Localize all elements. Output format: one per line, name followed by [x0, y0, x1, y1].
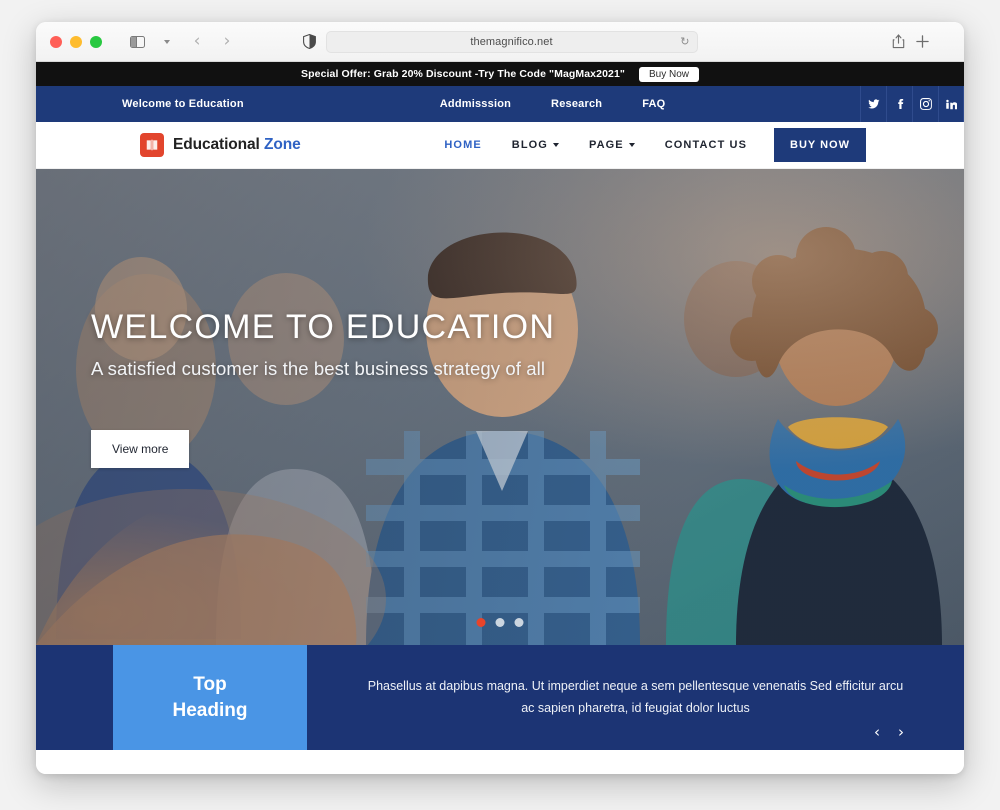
logo-accent: Zone	[263, 136, 301, 153]
welcome-text: Welcome to Education	[122, 98, 244, 110]
hero-subtitle: A satisfied customer is the best busines…	[91, 358, 546, 380]
social-links	[860, 86, 964, 122]
facebook-icon[interactable]	[886, 86, 912, 122]
webpage-viewport: Special Offer: Grab 20% Discount -Try Th…	[36, 62, 964, 774]
view-more-button[interactable]: View more	[91, 430, 190, 469]
band-paragraph: Phasellus at dapibus magna. Ut imperdiet…	[367, 679, 904, 715]
browser-toolbar: ‹ › themagnifico.net ↻	[36, 22, 964, 62]
menu-item-page[interactable]: PAGE	[574, 139, 650, 151]
menu-label-home: HOME	[444, 139, 482, 151]
forward-button[interactable]: ›	[214, 30, 240, 54]
url-text: themagnifico.net	[470, 35, 553, 48]
logo-text: Educational Zone	[173, 136, 301, 154]
top-heading-card: Top Heading	[113, 645, 307, 750]
slider-dot-2[interactable]	[495, 618, 505, 627]
hero-title: WELCOME TO EDUCATION	[91, 308, 556, 346]
promo-text: Special Offer: Grab 20% Discount -Try Th…	[301, 68, 625, 80]
logo-primary: Educational	[173, 136, 260, 153]
slider-pagination	[476, 618, 524, 627]
site-logo[interactable]: Educational Zone	[140, 133, 301, 157]
menu-label-blog: BLOG	[511, 139, 548, 151]
menu-label-contact: CONTACT US	[664, 139, 748, 151]
menu-item-contact-us[interactable]: CONTACT US	[650, 139, 762, 151]
chevron-down-icon[interactable]	[154, 30, 180, 54]
instagram-icon[interactable]	[912, 86, 938, 122]
sidebar-toggle-icon[interactable]	[124, 30, 150, 54]
close-window-button[interactable]	[50, 35, 62, 48]
navigation-controls: ‹ ›	[124, 30, 240, 54]
top-utility-nav: Welcome to Education Addmisssion Researc…	[36, 86, 964, 122]
menu-item-home[interactable]: HOME	[429, 139, 496, 151]
chevron-down-icon	[552, 143, 559, 147]
share-icon[interactable]	[892, 34, 905, 49]
site-header: Educational Zone HOME BLOG PAGE CONTACT …	[36, 122, 964, 169]
reload-icon[interactable]: ↻	[680, 35, 689, 48]
window-controls	[50, 35, 102, 48]
url-input[interactable]: themagnifico.net ↻	[325, 30, 698, 53]
menu-label-page: PAGE	[588, 139, 624, 151]
prev-arrow-icon[interactable]: ‹	[874, 725, 880, 740]
band-left-spacer	[36, 645, 113, 750]
nav-link-research[interactable]: Research	[551, 98, 602, 110]
chevron-down-icon	[628, 143, 635, 147]
main-navigation: HOME BLOG PAGE CONTACT US BUY NOW	[429, 128, 866, 162]
browser-window: ‹ › themagnifico.net ↻ Special Offer: Gr…	[36, 22, 964, 774]
promo-offer-bar: Special Offer: Grab 20% Discount -Try Th…	[36, 62, 964, 86]
maximize-window-button[interactable]	[90, 35, 102, 48]
bottom-info-band: Top Heading Phasellus at dapibus magna. …	[36, 645, 964, 750]
book-icon	[140, 133, 164, 157]
back-button[interactable]: ‹	[184, 30, 210, 54]
top-heading-line2: Heading	[172, 699, 248, 721]
minimize-window-button[interactable]	[70, 35, 82, 48]
buy-now-button[interactable]: BUY NOW	[774, 128, 866, 162]
new-tab-button[interactable]	[916, 35, 929, 48]
slider-dot-3[interactable]	[514, 618, 524, 627]
top-heading-line1: Top	[193, 673, 227, 695]
tab-overview-icon[interactable]	[940, 36, 952, 48]
nav-link-faq[interactable]: FAQ	[642, 98, 665, 110]
promo-buy-now-button[interactable]: Buy Now	[638, 66, 699, 82]
twitter-icon[interactable]	[860, 86, 886, 122]
next-arrow-icon[interactable]: ›	[898, 725, 904, 740]
utility-links: Addmisssion Research FAQ	[440, 86, 666, 122]
linkedin-icon[interactable]	[938, 86, 964, 122]
hero-content: WELCOME TO EDUCATION A satisfied custome…	[91, 308, 556, 469]
band-text-area: Phasellus at dapibus magna. Ut imperdiet…	[307, 645, 964, 750]
privacy-shield-icon	[302, 33, 316, 50]
band-slider-controls: ‹ ›	[874, 725, 904, 740]
hero-slider: WELCOME TO EDUCATION A satisfied custome…	[36, 169, 964, 645]
slider-dot-1[interactable]	[476, 618, 486, 627]
nav-link-admission[interactable]: Addmisssion	[440, 98, 511, 110]
toolbar-right-actions	[892, 34, 952, 49]
menu-item-blog[interactable]: BLOG	[497, 139, 574, 151]
